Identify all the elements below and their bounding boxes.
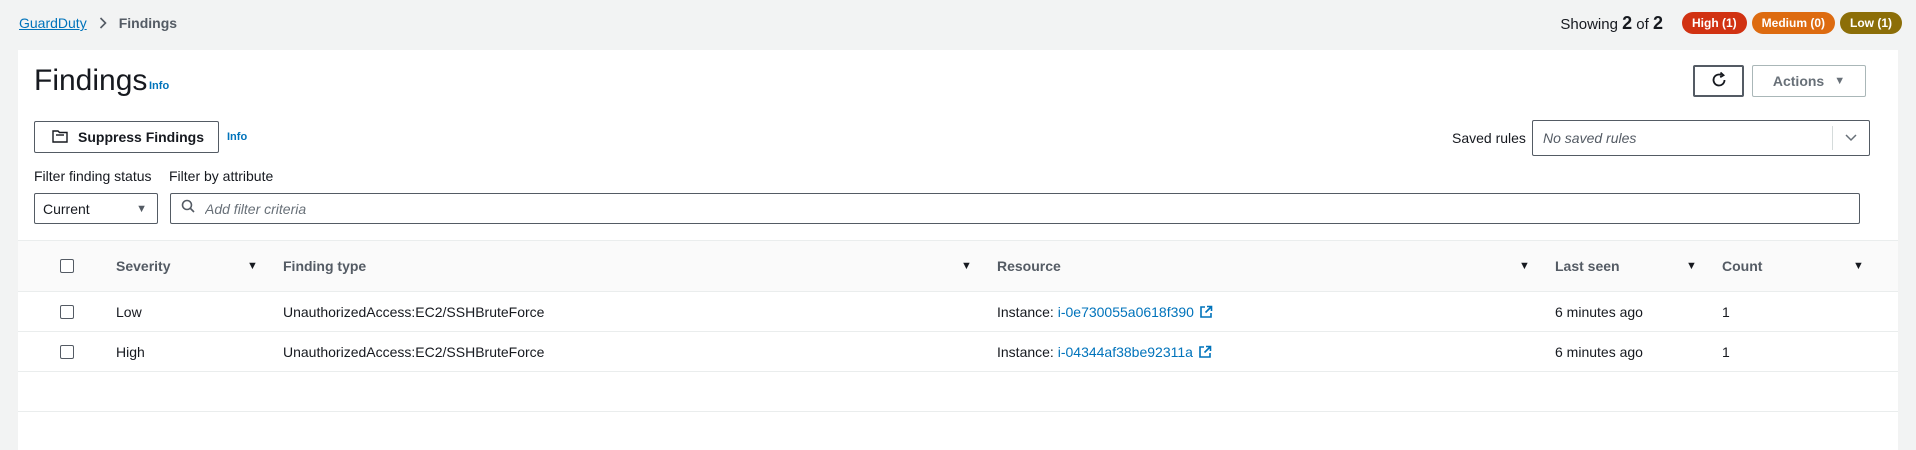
- actions-button[interactable]: Actions ▼: [1752, 65, 1866, 97]
- saved-rules-label: Saved rules: [1452, 130, 1526, 146]
- finding-type-cell: UnauthorizedAccess:EC2/SSHBruteForce: [283, 303, 545, 320]
- empty-row: [18, 372, 1898, 412]
- filter-status-label: Filter finding status: [34, 168, 152, 184]
- column-finding-type[interactable]: Finding type: [283, 241, 366, 291]
- sort-count-icon[interactable]: ▼: [1853, 241, 1864, 291]
- resource-link[interactable]: i-0e730055a0618f390: [1058, 304, 1194, 320]
- breadcrumb: GuardDuty Findings: [19, 15, 177, 31]
- search-icon: [181, 199, 205, 218]
- table-row[interactable]: High UnauthorizedAccess:EC2/SSHBruteForc…: [18, 332, 1898, 372]
- table-header: Severity ▼ Finding type ▼ Resource ▼ Las…: [18, 240, 1898, 292]
- column-severity[interactable]: Severity: [116, 241, 170, 291]
- last-seen-cell: 6 minutes ago: [1555, 303, 1643, 320]
- filter-attribute-input[interactable]: [205, 200, 1859, 217]
- refresh-icon: [1710, 71, 1728, 92]
- suppress-info-link[interactable]: Info: [227, 131, 247, 143]
- resource-link[interactable]: i-04344af38be92311a: [1058, 344, 1193, 360]
- severity-cell: High: [116, 343, 145, 360]
- column-count[interactable]: Count: [1722, 241, 1762, 291]
- finding-status-select[interactable]: Current ▼: [34, 193, 158, 224]
- sort-last-seen-icon[interactable]: ▼: [1686, 241, 1697, 291]
- saved-rules-select[interactable]: No saved rules: [1532, 120, 1870, 156]
- table-row[interactable]: Low UnauthorizedAccess:EC2/SSHBruteForce…: [18, 292, 1898, 332]
- sort-resource-icon[interactable]: ▼: [1519, 241, 1530, 291]
- suppress-findings-button[interactable]: Suppress Findings: [34, 121, 219, 153]
- filter-attribute-field[interactable]: [170, 193, 1860, 224]
- medium-severity-badge[interactable]: Medium (0): [1751, 12, 1835, 34]
- sort-severity-icon[interactable]: ▼: [247, 241, 258, 291]
- findings-summary: Showing 2 of 2 High (1) Medium (0) Low (…: [1560, 12, 1902, 34]
- findings-table: Severity ▼ Finding type ▼ Resource ▼ Las…: [18, 240, 1898, 412]
- page-title: Findings: [34, 64, 148, 97]
- column-last-seen[interactable]: Last seen: [1555, 241, 1620, 291]
- title-info-link[interactable]: Info: [149, 80, 169, 92]
- external-link-icon[interactable]: [1198, 345, 1212, 359]
- severity-cell: Low: [116, 303, 142, 320]
- resource-cell: Instance: i-0e730055a0618f390: [997, 292, 1213, 331]
- chevron-right-icon: [99, 17, 107, 29]
- select-all-checkbox[interactable]: [60, 259, 74, 273]
- finding-type-cell: UnauthorizedAccess:EC2/SSHBruteForce: [283, 343, 545, 360]
- sort-finding-type-icon[interactable]: ▼: [961, 241, 972, 291]
- last-seen-cell: 6 minutes ago: [1555, 343, 1643, 360]
- column-resource[interactable]: Resource: [997, 241, 1061, 291]
- resource-cell: Instance: i-04344af38be92311a: [997, 332, 1212, 371]
- folder-icon: [52, 129, 78, 146]
- refresh-button[interactable]: [1693, 65, 1744, 97]
- caret-down-icon: ▼: [136, 202, 147, 215]
- showing-count: Showing 2 of 2: [1560, 12, 1663, 33]
- breadcrumb-current: Findings: [118, 15, 178, 31]
- external-link-icon[interactable]: [1199, 305, 1213, 319]
- breadcrumb-guardduty-link[interactable]: GuardDuty: [19, 15, 87, 31]
- caret-down-icon: ▼: [1834, 75, 1846, 87]
- findings-panel: Findings Info Actions ▼ Suppress Findings…: [18, 50, 1898, 450]
- row-checkbox[interactable]: [60, 344, 74, 359]
- count-cell: 1: [1722, 303, 1730, 320]
- row-checkbox[interactable]: [60, 304, 74, 319]
- filter-attribute-label: Filter by attribute: [169, 168, 274, 184]
- high-severity-badge[interactable]: High (1): [1681, 12, 1747, 34]
- count-cell: 1: [1722, 343, 1730, 360]
- chevron-down-icon: [1833, 134, 1869, 142]
- low-severity-badge[interactable]: Low (1): [1840, 12, 1902, 34]
- top-bar: GuardDuty Findings Showing 2 of 2 High (…: [0, 0, 1916, 46]
